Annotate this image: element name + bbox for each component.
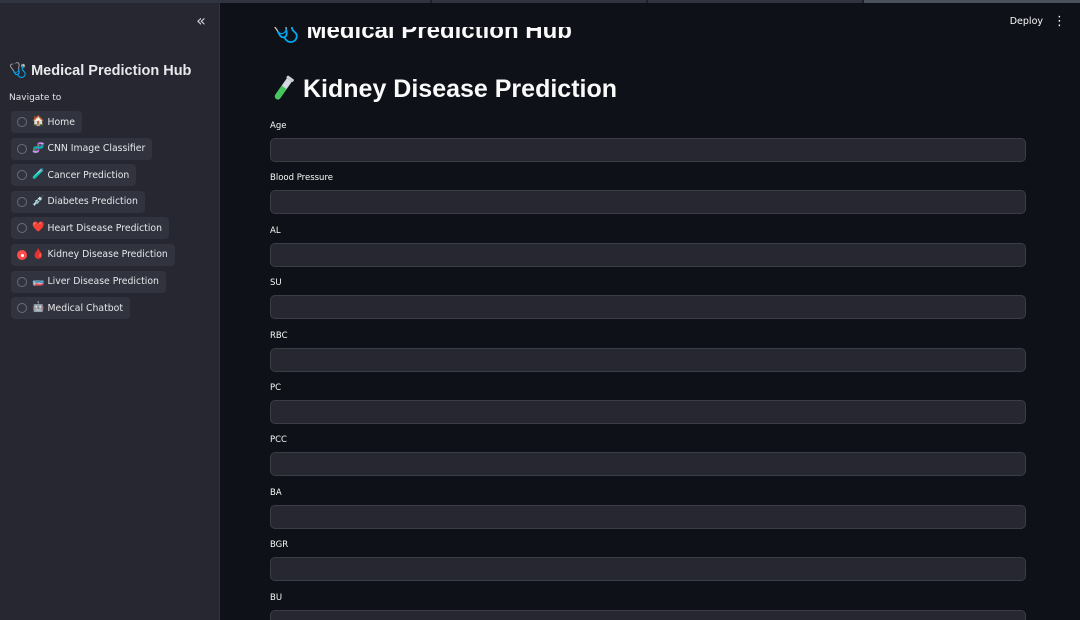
- field-al: AL: [270, 225, 1026, 267]
- field-label: BA: [270, 487, 282, 498]
- app-window: « 🩺 Medical Prediction Hub Navigate to 🏠…: [0, 0, 1080, 620]
- nav-option-cnn-image-classifier[interactable]: 🧬 CNN Image Classifier: [11, 137, 153, 160]
- nav-option-label: Diabetes Prediction: [47, 196, 138, 208]
- nav-option-kidney-disease-prediction[interactable]: 🩸 Kidney Disease Prediction: [11, 243, 175, 266]
- field-label: BU: [270, 592, 283, 603]
- main-content: Kidney Disease Prediction Age Blood Press…: [220, 0, 1080, 620]
- field-label: PC: [270, 383, 282, 393]
- nav-option-emoji-icon: 💉: [32, 195, 45, 207]
- field-input[interactable]: [270, 190, 1026, 215]
- page-title: Kidney Disease Prediction: [270, 74, 617, 104]
- nav-option-label: CNN Image Classifier: [47, 143, 146, 155]
- field-input[interactable]: [270, 452, 1026, 477]
- top-header: 🩺 Medical Prediction Hub Deploy ⋮: [220, 3, 1080, 49]
- field-input[interactable]: [270, 609, 1026, 620]
- radio-button[interactable]: [17, 303, 27, 314]
- radio-button[interactable]: [17, 117, 27, 127]
- nav-option-emoji-icon: 🧫: [32, 275, 45, 287]
- navigate-to-label: Navigate to: [9, 93, 62, 103]
- sidebar: « 🩺 Medical Prediction Hub Navigate to 🏠…: [0, 0, 220, 620]
- field-rbc: RBC: [270, 330, 1026, 372]
- radio-button[interactable]: [17, 196, 27, 207]
- radio-button[interactable]: [17, 143, 27, 154]
- nav-option-label: Cancer Prediction: [47, 169, 130, 181]
- nav-option-emoji-icon: 🤖: [32, 302, 45, 314]
- field-input[interactable]: [270, 504, 1026, 529]
- nav-option-liver-disease-prediction[interactable]: 🧫 Liver Disease Prediction: [11, 270, 166, 293]
- field-pcc: PCC: [270, 434, 1026, 477]
- field-ba: BA: [270, 487, 1026, 529]
- field-label: Age: [270, 121, 287, 131]
- field-bu: BU: [270, 592, 1026, 620]
- field-label: Blood Pressure: [270, 173, 333, 184]
- scrolled-hub-title: 🩺 Medical Prediction Hub: [270, 27, 572, 44]
- field-input[interactable]: [270, 400, 1026, 424]
- nav-option-emoji-icon: ❤️: [32, 222, 45, 234]
- nav-option-home[interactable]: 🏠 Home: [11, 111, 82, 133]
- nav-option-heart-disease-prediction[interactable]: ❤️ Heart Disease Prediction: [11, 217, 169, 240]
- nav-option-emoji-icon: 🩸: [32, 248, 45, 260]
- field-label: SU: [270, 278, 282, 289]
- main-menu-button[interactable]: ⋮: [1053, 13, 1066, 31]
- deploy-button[interactable]: Deploy: [1010, 16, 1043, 27]
- page-title-text: Kidney Disease Prediction: [303, 74, 618, 103]
- field-label: PCC: [270, 435, 287, 446]
- nav-option-diabetes-prediction[interactable]: 💉 Diabetes Prediction: [11, 190, 145, 213]
- sidebar-title: 🩺 Medical Prediction Hub: [9, 63, 192, 79]
- nav-option-emoji-icon: 🧬: [32, 142, 45, 154]
- radio-button[interactable]: [17, 249, 27, 260]
- field-label: RBC: [270, 330, 288, 341]
- test-tube-icon: [274, 75, 294, 100]
- field-input[interactable]: [270, 295, 1026, 320]
- field-input[interactable]: [270, 557, 1026, 582]
- radio-button[interactable]: [17, 223, 27, 234]
- field-age: Age: [270, 120, 1026, 162]
- double-chevron-left-icon: «: [196, 11, 206, 30]
- navigation-radio-group: 🏠 Home 🧬 CNN Image Classifier 🧪 Cancer Predic…: [11, 111, 175, 324]
- collapse-sidebar-button[interactable]: «: [191, 12, 211, 32]
- field-pc: PC: [270, 382, 1026, 424]
- nav-option-label: Liver Disease Prediction: [47, 276, 159, 288]
- radio-button[interactable]: [17, 170, 27, 181]
- field-input[interactable]: [270, 138, 1026, 162]
- nav-option-emoji-icon: 🧪: [32, 169, 45, 181]
- top-progress-strip: [0, 0, 1080, 3]
- field-input[interactable]: [270, 242, 1026, 267]
- radio-button[interactable]: [17, 276, 27, 287]
- nav-option-cancer-prediction[interactable]: 🧪 Cancer Prediction: [11, 164, 137, 187]
- more-vertical-icon: ⋮: [1053, 14, 1066, 29]
- field-label: BGR: [270, 540, 289, 551]
- nav-option-label: Heart Disease Prediction: [47, 222, 162, 234]
- nav-option-label: Medical Chatbot: [47, 302, 123, 314]
- nav-option-label: Kidney Disease Prediction: [47, 249, 168, 261]
- field-bgr: BGR: [270, 539, 1026, 582]
- field-blood-pressure: Blood Pressure: [270, 172, 1026, 215]
- field-input[interactable]: [270, 347, 1026, 372]
- field-label: AL: [270, 225, 281, 236]
- field-su: SU: [270, 277, 1026, 320]
- nav-option-medical-chatbot[interactable]: 🤖 Medical Chatbot: [11, 297, 130, 320]
- nav-option-emoji-icon: 🏠: [32, 116, 45, 127]
- nav-option-label: Home: [47, 116, 75, 128]
